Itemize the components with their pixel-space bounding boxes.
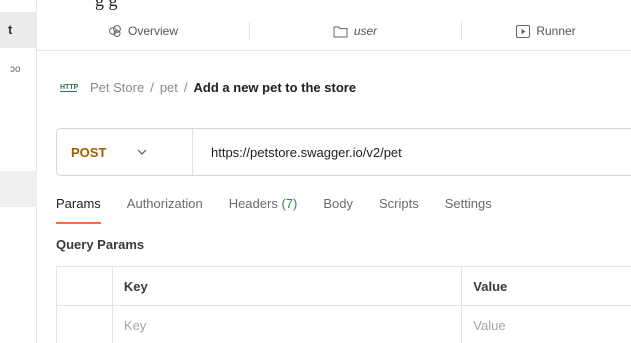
tab-settings[interactable]: Settings xyxy=(445,196,492,226)
column-header-key: Key xyxy=(113,267,463,305)
chevron-down-icon xyxy=(137,149,147,155)
tab-headers-label: Headers xyxy=(228,196,278,211)
folder-icon xyxy=(333,25,348,38)
column-header-value: Value xyxy=(473,278,508,294)
tab-overview-label: Overview xyxy=(127,24,178,38)
breadcrumb-separator: / xyxy=(183,79,188,95)
param-value-input[interactable]: Value xyxy=(462,306,631,343)
table-header-check-cell xyxy=(57,267,113,305)
http-icon: HTTP xyxy=(60,81,78,93)
query-params-table: Key Value Key Value xyxy=(56,266,631,343)
query-params-title: Query Params xyxy=(56,237,145,252)
top-clipped-text: g g xyxy=(50,0,631,10)
row-check-cell[interactable] xyxy=(57,306,113,343)
breadcrumb-request-name[interactable]: Add a new pet to the store xyxy=(194,80,357,95)
table-header-row: Key Value xyxy=(57,267,631,306)
clipped-heading: g g xyxy=(95,0,118,10)
tab-overview[interactable]: Overview xyxy=(37,12,249,50)
request-tabs: Params Authorization Headers (7) Body Sc… xyxy=(56,196,518,226)
method-label: POST xyxy=(71,144,107,160)
url-input[interactable]: https://petstore.swagger.io/v2/pet xyxy=(193,145,402,160)
table-row: Key Value xyxy=(57,306,631,343)
tab-runner[interactable]: Runner xyxy=(461,12,631,50)
breadcrumb: HTTP Pet Store / pet / Add a new pet to … xyxy=(60,77,356,97)
workspace-tab-bar: Overview user Runner xyxy=(37,12,631,51)
tab-body[interactable]: Body xyxy=(323,196,353,226)
tab-params[interactable]: Params xyxy=(56,196,101,226)
overview-icon xyxy=(108,24,122,38)
headers-count-badge: (7) xyxy=(281,196,298,211)
method-select[interactable]: POST xyxy=(57,129,193,175)
sidebar-truncated-text: ɔo xyxy=(10,64,21,75)
left-sidebar-strip: t ɔo xyxy=(0,0,37,343)
svg-text:HTTP: HTTP xyxy=(60,84,78,91)
tab-user[interactable]: user xyxy=(249,12,461,50)
breadcrumb-folder[interactable]: pet xyxy=(160,80,178,95)
tab-authorization[interactable]: Authorization xyxy=(127,196,203,226)
sidebar-tab-truncated[interactable]: t xyxy=(0,12,37,48)
request-url-bar: POST https://petstore.swagger.io/v2/pet xyxy=(56,128,631,176)
breadcrumb-collection[interactable]: Pet Store xyxy=(90,80,144,95)
param-key-input[interactable]: Key xyxy=(113,306,463,343)
breadcrumb-separator: / xyxy=(150,79,154,95)
tab-scripts[interactable]: Scripts xyxy=(379,196,419,226)
runner-icon xyxy=(516,24,531,38)
tab-runner-label: Runner xyxy=(536,24,576,38)
tab-user-label: user xyxy=(353,24,378,38)
sidebar-selected-row[interactable] xyxy=(0,171,37,207)
tab-headers[interactable]: Headers (7) xyxy=(229,196,298,226)
